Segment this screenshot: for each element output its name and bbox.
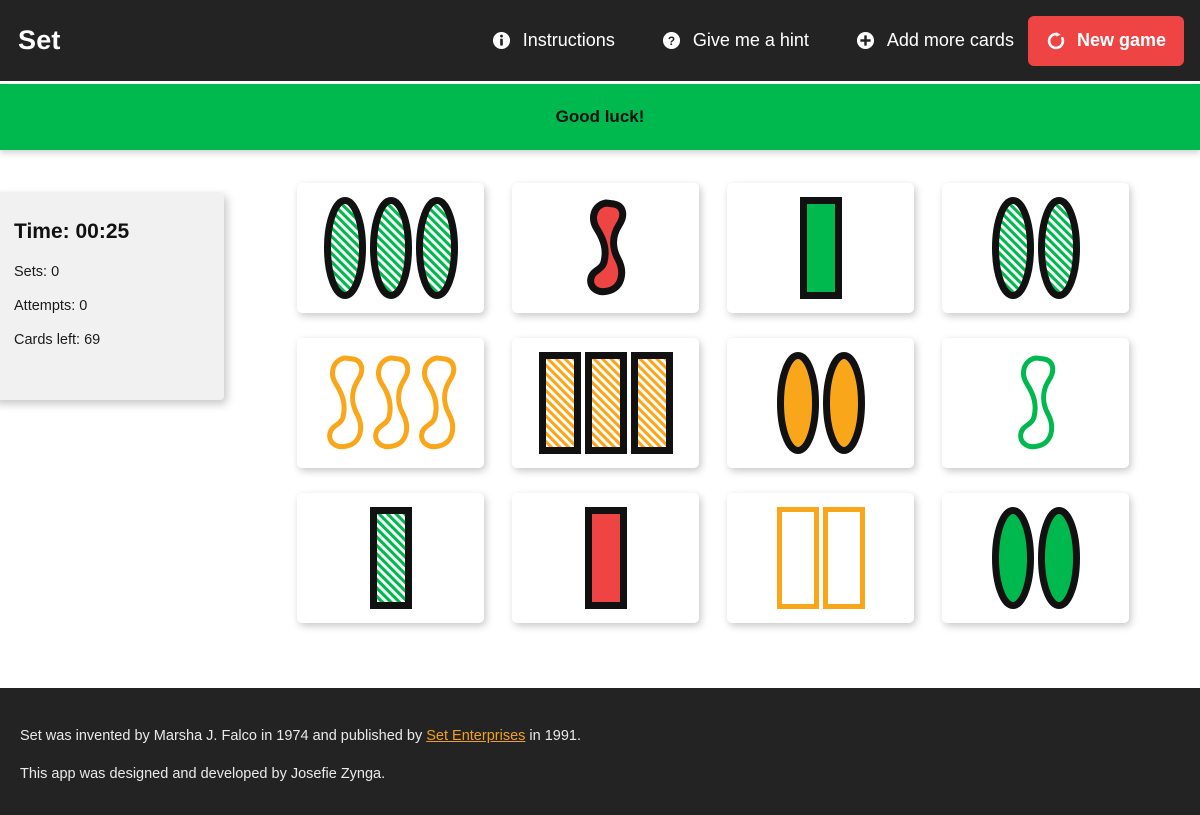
attempts-count: Attempts: 0 bbox=[14, 298, 88, 314]
game-card[interactable] bbox=[297, 183, 484, 313]
game-card[interactable] bbox=[297, 338, 484, 468]
footer-credit-line: Set was invented by Marsha J. Falco in 1… bbox=[20, 728, 1200, 744]
new-game-label: New game bbox=[1076, 30, 1166, 50]
game-stats-panel: Time: 00:25 Sets: 0 Attempts: 0 Cards le… bbox=[0, 192, 224, 400]
card-symbol-ellipse bbox=[991, 507, 1034, 609]
sets-count: Sets: 0 bbox=[14, 264, 60, 280]
card-symbol-rectangle bbox=[584, 352, 627, 454]
card-symbol-rectangle bbox=[776, 507, 819, 609]
game-card[interactable] bbox=[727, 183, 914, 313]
footer-author-line: This app was designed and developed by J… bbox=[20, 766, 386, 782]
nav-item-add-more-cards[interactable]: Add more cards bbox=[856, 30, 1014, 51]
card-symbol-squiggle bbox=[418, 355, 456, 450]
nav-label-instructions: Instructions bbox=[522, 30, 615, 50]
nav-item-instructions[interactable]: Instructions bbox=[492, 30, 615, 51]
card-symbol-squiggle bbox=[586, 199, 626, 296]
card-symbol-ellipse bbox=[415, 197, 458, 299]
page-footer: Set was invented by Marsha J. Falco in 1… bbox=[0, 688, 1200, 815]
set-enterprises-link[interactable]: Set Enterprises bbox=[426, 728, 525, 744]
game-card[interactable] bbox=[727, 338, 914, 468]
card-symbol-rectangle bbox=[369, 507, 412, 609]
nav-label-add-more-cards: Add more cards bbox=[886, 30, 1014, 50]
card-symbol-ellipse bbox=[991, 197, 1034, 299]
card-symbol-ellipse bbox=[369, 197, 412, 299]
card-symbol-ellipse bbox=[822, 352, 865, 454]
card-symbol-ellipse bbox=[323, 197, 366, 299]
game-card[interactable] bbox=[512, 338, 699, 468]
card-symbol-ellipse bbox=[776, 352, 819, 454]
game-card[interactable] bbox=[727, 493, 914, 623]
game-card[interactable] bbox=[942, 183, 1129, 313]
nav-label-hint: Give me a hint bbox=[692, 30, 809, 50]
card-symbol-rectangle bbox=[630, 352, 673, 454]
card-symbol-rectangle bbox=[584, 507, 627, 609]
card-board bbox=[297, 183, 1129, 623]
card-symbol-ellipse bbox=[1037, 197, 1080, 299]
footer-text-before: Set was invented by Marsha J. Falco in 1… bbox=[20, 728, 427, 744]
status-banner: Good luck! bbox=[0, 84, 1200, 150]
game-card[interactable] bbox=[512, 183, 699, 313]
card-symbol-squiggle bbox=[1017, 355, 1055, 450]
card-symbol-rectangle bbox=[538, 352, 581, 454]
cards-left-count: Cards left: 69 bbox=[14, 332, 101, 348]
footer-text-after: in 1991. bbox=[525, 728, 582, 744]
card-symbol-rectangle bbox=[799, 197, 842, 299]
app-title: Set bbox=[18, 25, 61, 55]
info-icon bbox=[492, 31, 512, 51]
question-icon: ? bbox=[662, 31, 682, 51]
game-card[interactable] bbox=[512, 493, 699, 623]
card-symbol-squiggle bbox=[372, 355, 410, 450]
card-symbol-ellipse bbox=[1037, 507, 1080, 609]
set-game-app: Set Instructions ? Give me a hint Add mo… bbox=[0, 0, 1200, 815]
plus-icon bbox=[856, 31, 876, 51]
card-symbol-rectangle bbox=[822, 507, 865, 609]
top-navigation-bar: Set Instructions ? Give me a hint Add mo… bbox=[0, 0, 1200, 81]
game-card[interactable] bbox=[297, 493, 484, 623]
status-banner-message: Good luck! bbox=[555, 107, 645, 126]
svg-text:?: ? bbox=[668, 34, 675, 48]
nav-item-hint[interactable]: ? Give me a hint bbox=[662, 30, 809, 51]
card-symbol-squiggle bbox=[326, 355, 364, 450]
nav-menu: Instructions ? Give me a hint Add more c… bbox=[492, 0, 1200, 81]
game-card[interactable] bbox=[942, 338, 1129, 468]
game-card[interactable] bbox=[942, 493, 1129, 623]
timer-value: Time: 00:25 bbox=[14, 220, 130, 243]
new-game-button[interactable]: New game bbox=[1027, 15, 1184, 66]
refresh-icon bbox=[1046, 31, 1066, 51]
